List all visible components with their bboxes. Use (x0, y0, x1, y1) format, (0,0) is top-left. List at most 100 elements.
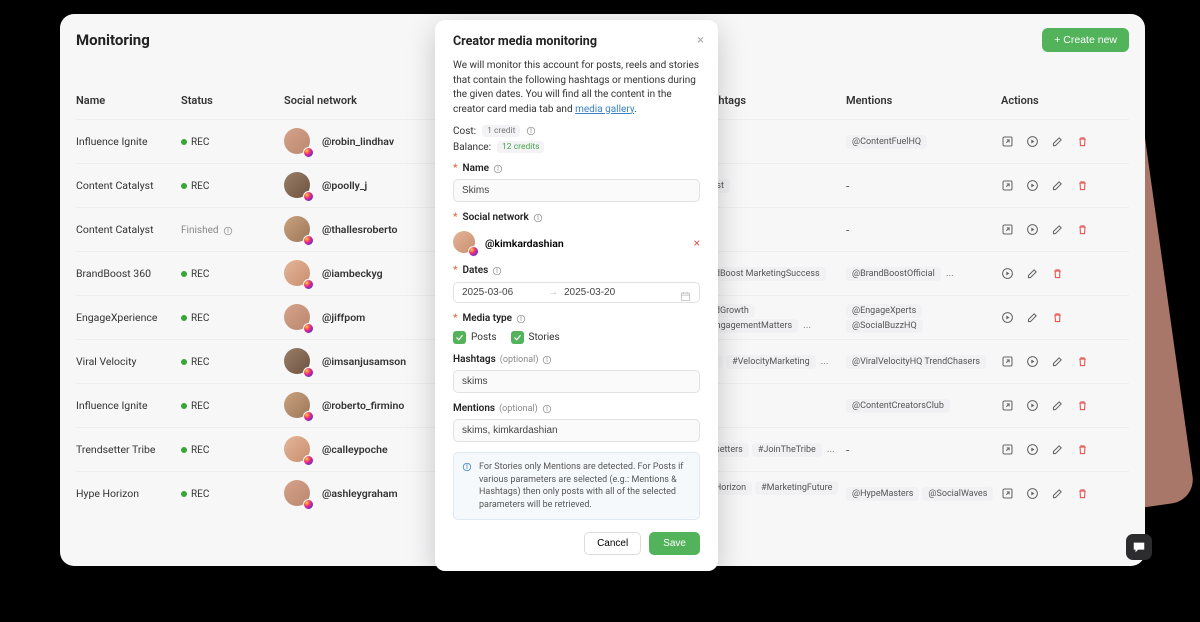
rec-dot-icon (181, 271, 187, 277)
play-icon[interactable] (1001, 267, 1014, 280)
info-icon[interactable] (526, 126, 536, 136)
play-icon[interactable] (1026, 443, 1039, 456)
row-status: REC (181, 311, 284, 324)
info-icon[interactable] (542, 404, 552, 414)
more-icon[interactable]: ... (827, 444, 835, 455)
edit-icon[interactable] (1051, 355, 1064, 368)
date-start-input[interactable] (462, 287, 542, 298)
edit-icon[interactable] (1051, 223, 1064, 236)
info-icon[interactable] (493, 164, 503, 174)
mention-tag: @SocialBuzzHQ (846, 319, 923, 333)
mention-tag: @EngageXperts (846, 304, 922, 318)
instagram-icon (303, 191, 314, 202)
more-icon[interactable]: ... (821, 356, 829, 367)
name-label: *Name (453, 163, 700, 174)
instagram-icon (303, 499, 314, 510)
delete-icon[interactable] (1076, 179, 1089, 192)
media-gallery-link[interactable]: media gallery (575, 104, 634, 115)
play-icon[interactable] (1026, 355, 1039, 368)
stories-checkbox[interactable]: Stories (511, 331, 560, 344)
open-icon[interactable] (1001, 135, 1014, 148)
row-actions (1001, 179, 1129, 192)
edit-icon[interactable] (1051, 399, 1064, 412)
play-icon[interactable] (1001, 311, 1014, 324)
delete-icon[interactable] (1076, 443, 1089, 456)
open-icon[interactable] (1001, 355, 1014, 368)
delete-icon[interactable] (1051, 267, 1064, 280)
media-type-options: Posts Stories (453, 331, 700, 344)
hashtags-input[interactable] (453, 370, 700, 393)
status-badge: REC (181, 137, 209, 148)
date-separator: → (548, 287, 558, 298)
edit-icon[interactable] (1051, 443, 1064, 456)
save-button[interactable]: Save (649, 532, 700, 555)
avatar (284, 348, 312, 376)
selected-social-account: @kimkardashian × (453, 231, 700, 255)
row-mentions: @HypeMasters@SocialWaves (846, 486, 1001, 501)
date-end-input[interactable] (564, 287, 644, 298)
open-icon[interactable] (1001, 487, 1014, 500)
row-actions (1001, 311, 1129, 324)
close-icon[interactable]: × (697, 33, 704, 48)
info-icon (462, 462, 472, 472)
cancel-button[interactable]: Cancel (584, 532, 641, 555)
play-icon[interactable] (1026, 399, 1039, 412)
row-hashtags: iral#VelocityMarketing... (699, 354, 846, 369)
row-actions (1001, 223, 1129, 236)
chat-widget[interactable] (1126, 534, 1152, 560)
edit-icon[interactable] (1026, 311, 1039, 324)
date-range-input[interactable]: → (453, 282, 700, 303)
info-icon[interactable] (533, 213, 543, 223)
remove-social-button[interactable]: × (694, 236, 700, 250)
info-icon[interactable] (492, 266, 502, 276)
open-icon[interactable] (1001, 223, 1014, 236)
play-icon[interactable] (1026, 487, 1039, 500)
checkbox-icon (453, 331, 466, 344)
name-input[interactable] (453, 179, 700, 202)
row-name: Content Catalyst (76, 179, 181, 192)
row-hashtags: peHorizon#MarketingFuture... (699, 480, 846, 508)
avatar (284, 392, 312, 420)
edit-icon[interactable] (1026, 267, 1039, 280)
mentions-input[interactable] (453, 419, 700, 442)
delete-icon[interactable] (1076, 355, 1089, 368)
column-mentions: Mentions (846, 94, 1001, 107)
hint-box: For Stories only Mentions are detected. … (453, 452, 700, 520)
delete-icon[interactable] (1076, 135, 1089, 148)
instagram-icon (468, 246, 479, 257)
handle: @poolly_j (322, 179, 367, 192)
open-icon[interactable] (1001, 443, 1014, 456)
row-mentions: - (846, 443, 1001, 457)
mention-tag: @BrandBoostOfficial (846, 267, 941, 281)
calendar-icon[interactable] (680, 287, 691, 298)
posts-checkbox[interactable]: Posts (453, 331, 497, 344)
delete-icon[interactable] (1076, 399, 1089, 412)
create-new-button[interactable]: + Create new (1042, 28, 1129, 52)
info-icon[interactable] (542, 355, 552, 365)
status-badge: REC (181, 401, 209, 412)
status-badge: REC (181, 269, 209, 280)
info-icon[interactable] (516, 314, 526, 324)
instagram-icon (303, 147, 314, 158)
row-status: REC (181, 267, 284, 280)
open-icon[interactable] (1001, 399, 1014, 412)
edit-icon[interactable] (1051, 135, 1064, 148)
status-badge: Finished (181, 225, 233, 236)
more-icon[interactable]: ... (946, 268, 954, 279)
delete-icon[interactable] (1076, 487, 1089, 500)
create-monitoring-modal: Creator media monitoring × We will monit… (435, 20, 718, 571)
play-icon[interactable] (1026, 179, 1039, 192)
row-actions (1001, 487, 1129, 500)
edit-icon[interactable] (1051, 179, 1064, 192)
delete-icon[interactable] (1051, 311, 1064, 324)
play-icon[interactable] (1026, 135, 1039, 148)
handle: @roberto_firmino (322, 399, 404, 412)
row-mentions: @ContentFuelHQ (846, 134, 1001, 149)
delete-icon[interactable] (1076, 223, 1089, 236)
open-icon[interactable] (1001, 179, 1014, 192)
row-status: REC (181, 443, 284, 456)
status-badge: REC (181, 489, 209, 500)
edit-icon[interactable] (1051, 487, 1064, 500)
more-icon[interactable]: ... (803, 320, 811, 331)
play-icon[interactable] (1026, 223, 1039, 236)
